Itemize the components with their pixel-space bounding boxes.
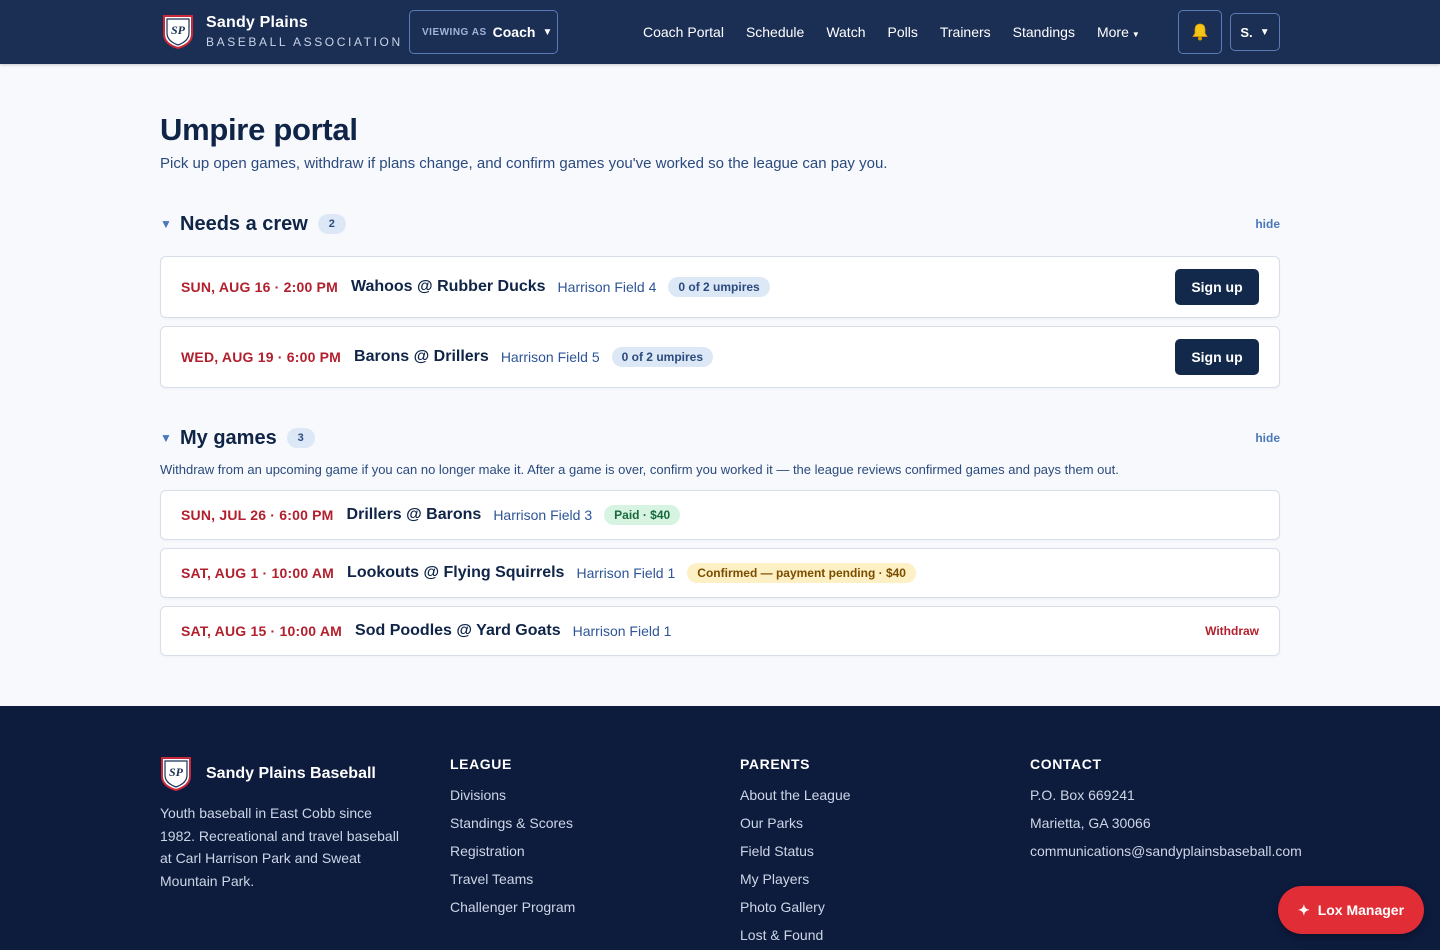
section-title: My games — [180, 426, 277, 449]
needs-crew-header[interactable]: ▼ Needs a crew 2 hide — [160, 210, 1280, 238]
game-field: Harrison Field 5 — [500, 349, 600, 365]
footer-description: Youth baseball in East Cobb since 1982. … — [160, 805, 399, 889]
umpire-count-badge: 0 of 2 umpires — [611, 347, 713, 367]
footer-link[interactable]: Challenger Program — [450, 897, 575, 925]
lox-manager-button[interactable]: ✦ Lox Manager — [1278, 886, 1424, 934]
sign-up-button[interactable]: Sign up — [1175, 269, 1259, 305]
footer-link[interactable]: Field Status — [740, 841, 851, 869]
payment-status-badge: Paid · $40 — [604, 505, 681, 525]
my-games-header[interactable]: ▼ My games 3 hide — [160, 424, 1280, 452]
bell-icon — [1192, 23, 1208, 41]
footer-link[interactable]: Lost & Found — [740, 925, 851, 950]
footer-league-column: LEAGUE Divisions Standings & Scores Regi… — [450, 756, 575, 925]
sparkle-icon: ✦ — [1297, 901, 1310, 918]
page-subtitle: Pick up open games, withdraw if plans ch… — [160, 155, 888, 172]
game-field: Harrison Field 3 — [493, 507, 593, 523]
my-game-card: SUN, JUL 26 · 6:00 PM Drillers @ Barons … — [160, 490, 1280, 540]
nav-polls[interactable]: Polls — [887, 24, 917, 40]
game-datetime: SUN, AUG 16 · 2:00 PM — [181, 279, 338, 295]
site-footer: SP Sandy Plains Baseball Youth baseball … — [0, 706, 1440, 950]
user-initial: S. — [1240, 24, 1253, 40]
game-matchup: Lookouts @ Flying Squirrels — [347, 564, 565, 581]
game-datetime: SAT, AUG 15 · 10:00 AM — [181, 623, 343, 639]
svg-text:SP: SP — [169, 765, 184, 779]
collapse-triangle-icon[interactable]: ▼ — [160, 217, 180, 231]
top-navigation-bar: SP Sandy Plains BASEBALL ASSOCIATION VIE… — [0, 0, 1440, 64]
open-game-card: WED, AUG 19 · 6:00 PM Barons @ Drillers … — [160, 326, 1280, 388]
footer-link[interactable]: Registration — [450, 841, 575, 869]
open-game-card: SUN, AUG 16 · 2:00 PM Wahoos @ Rubber Du… — [160, 256, 1280, 318]
nav-trainers[interactable]: Trainers — [940, 24, 991, 40]
contact-city-line: Marietta, GA 30066 — [1030, 815, 1151, 831]
payment-status-badge: Confirmed — payment pending · $40 — [687, 563, 916, 583]
game-matchup: Wahoos @ Rubber Ducks — [350, 278, 546, 295]
my-game-card: SAT, AUG 1 · 10:00 AM Lookouts @ Flying … — [160, 548, 1280, 598]
sign-up-button[interactable]: Sign up — [1175, 339, 1259, 375]
contact-email-link[interactable]: communications@sandyplainsbaseball.com — [1030, 841, 1302, 869]
hide-link[interactable]: hide — [1255, 217, 1280, 231]
count-badge: 2 — [317, 214, 346, 234]
notifications-button[interactable] — [1178, 10, 1222, 54]
page-title: Umpire portal — [160, 112, 358, 147]
my-game-card: SAT, AUG 15 · 10:00 AM Sod Poodles @ Yar… — [160, 606, 1280, 656]
chevron-down-icon: ▼ — [1131, 30, 1140, 39]
umpire-count-badge: 0 of 2 umpires — [668, 277, 770, 297]
shield-logo-icon: SP — [163, 15, 193, 50]
nav-more-label: More — [1096, 24, 1129, 40]
game-matchup: Drillers @ Barons — [346, 506, 482, 523]
collapse-triangle-icon[interactable]: ▼ — [160, 431, 180, 445]
shield-logo-icon: SP — [161, 757, 191, 792]
nav-watch[interactable]: Watch — [826, 24, 865, 40]
chevron-down-icon: ▼ — [1259, 26, 1270, 38]
game-datetime: SAT, AUG 1 · 10:00 AM — [181, 565, 335, 581]
game-datetime: SUN, JUL 26 · 6:00 PM — [181, 507, 334, 523]
nav-coach-portal[interactable]: Coach Portal — [643, 24, 724, 40]
chevron-down-icon: ▼ — [542, 26, 553, 38]
contact-address-line: P.O. Box 669241 — [1030, 787, 1135, 803]
main-content: Umpire portal Pick up open games, withdr… — [160, 64, 1280, 656]
footer-parents-column: PARENTS About the League Our Parks Field… — [740, 756, 851, 950]
footer-link[interactable]: Photo Gallery — [740, 897, 851, 925]
game-field: Harrison Field 1 — [576, 565, 676, 581]
nav-standings[interactable]: Standings — [1013, 24, 1075, 40]
brand-name: Sandy Plains — [206, 14, 308, 31]
svg-text:SP: SP — [171, 23, 186, 37]
my-games-note: Withdraw from an upcoming game if you ca… — [160, 462, 1119, 477]
main-nav: Coach Portal Schedule Watch Polls Traine… — [643, 0, 1140, 64]
user-menu-button[interactable]: S. ▼ — [1230, 13, 1280, 51]
footer-column-title: CONTACT — [1030, 756, 1102, 772]
footer-link[interactable]: Divisions — [450, 785, 575, 813]
nav-schedule[interactable]: Schedule — [746, 24, 804, 40]
brand-subtitle: BASEBALL ASSOCIATION — [206, 35, 403, 49]
footer-contact-column: CONTACT P.O. Box 669241 Marietta, GA 300… — [1030, 756, 1302, 869]
fab-label: Lox Manager — [1317, 902, 1405, 918]
viewing-as-role: Coach — [492, 24, 536, 40]
brand-logo-link[interactable]: SP Sandy Plains BASEBALL ASSOCIATION — [162, 14, 403, 50]
viewing-as-label: VIEWING AS — [422, 26, 487, 38]
footer-brand[interactable]: SP Sandy Plains Baseball — [160, 756, 376, 792]
section-title: Needs a crew — [180, 212, 308, 235]
footer-link[interactable]: About the League — [740, 785, 851, 813]
game-datetime: WED, AUG 19 · 6:00 PM — [181, 349, 342, 365]
footer-column-title: PARENTS — [740, 756, 811, 772]
hide-link[interactable]: hide — [1255, 431, 1280, 445]
viewing-as-dropdown[interactable]: VIEWING AS Coach ▼ — [409, 10, 558, 54]
footer-link[interactable]: Travel Teams — [450, 869, 575, 897]
footer-link[interactable]: Our Parks — [740, 813, 851, 841]
count-badge: 3 — [286, 428, 315, 448]
game-field: Harrison Field 4 — [557, 279, 657, 295]
footer-brand-name: Sandy Plains Baseball — [206, 765, 376, 782]
withdraw-button[interactable]: Withdraw — [1205, 624, 1259, 638]
game-matchup: Sod Poodles @ Yard Goats — [355, 622, 561, 639]
footer-link[interactable]: My Players — [740, 869, 851, 897]
footer-link[interactable]: Standings & Scores — [450, 813, 575, 841]
footer-column-title: LEAGUE — [450, 756, 512, 772]
nav-more[interactable]: More ▼ — [1097, 24, 1140, 40]
game-field: Harrison Field 1 — [572, 623, 672, 639]
game-matchup: Barons @ Drillers — [354, 348, 489, 365]
